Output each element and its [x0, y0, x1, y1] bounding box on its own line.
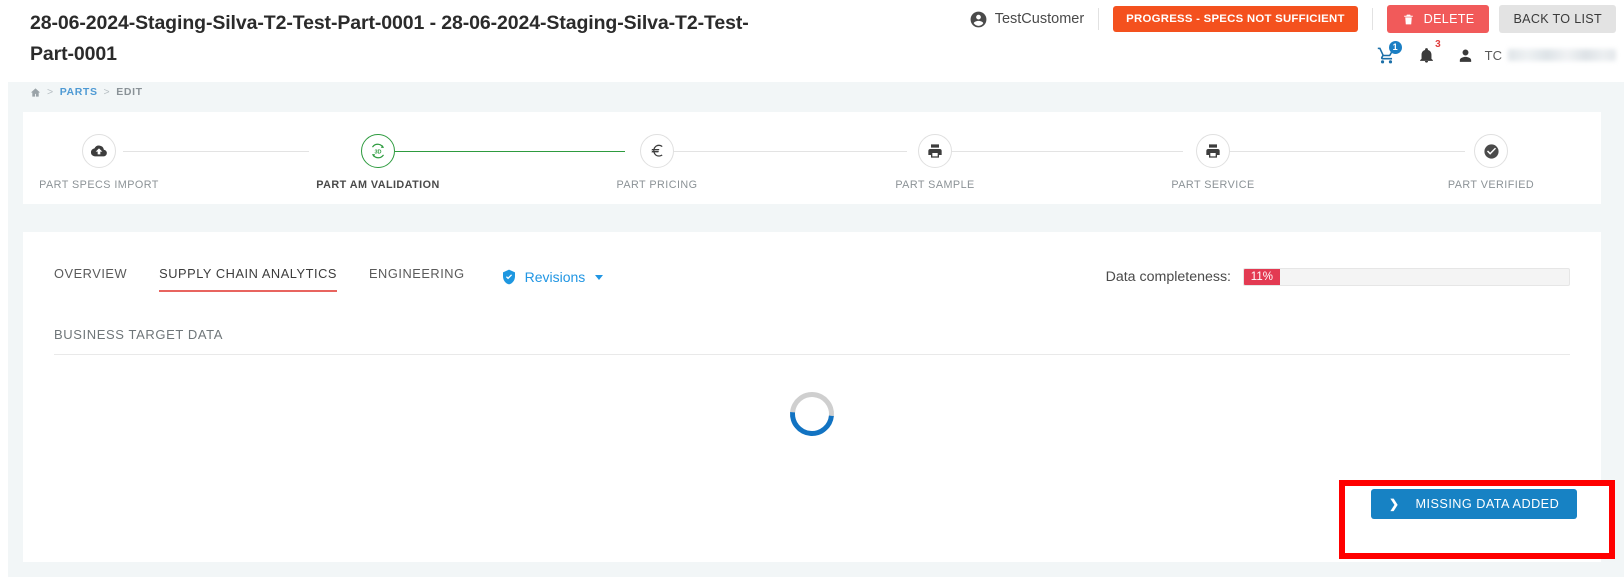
trash-icon	[1402, 13, 1415, 26]
user-icon[interactable]	[1457, 47, 1474, 64]
stepper-step-part-specs-import[interactable]: PART SPECS IMPORT	[19, 134, 179, 191]
svg-text:3D: 3D	[374, 149, 381, 155]
loading-spinner	[781, 383, 843, 445]
tab-bar: OVERVIEW SUPPLY CHAIN ANALYTICS ENGINEER…	[54, 262, 604, 292]
user-name-redacted	[1508, 49, 1616, 61]
chevron-right-icon: ❯	[1389, 497, 1400, 511]
account-circle-icon	[969, 10, 988, 29]
stepper-step-part-am-validation[interactable]: 3D PART AM VALIDATION	[298, 134, 458, 191]
shield-check-icon	[501, 269, 517, 285]
tab-engineering[interactable]: ENGINEERING	[369, 262, 465, 292]
notification-badge: 3	[1435, 38, 1441, 50]
progress-stepper: PART SPECS IMPORT 3D PART AM VALIDATION	[23, 112, 1601, 204]
stepper-step-part-service[interactable]: PART SERVICE	[1133, 134, 1293, 191]
loading-spinner-wrap	[23, 383, 1601, 445]
page-title: 28-06-2024-Staging-Silva-T2-Test-Part-00…	[30, 12, 749, 65]
missing-data-added-label: MISSING DATA ADDED	[1415, 497, 1560, 511]
stepper-card: PART SPECS IMPORT 3D PART AM VALIDATION	[23, 112, 1601, 204]
stepper-step-part-verified[interactable]: PART VERIFIED	[1411, 134, 1571, 191]
data-completeness-label: Data completeness:	[1105, 269, 1231, 285]
left-rail	[0, 0, 8, 577]
header-actions: TestCustomer PROGRESS - SPECS NOT SUFFIC…	[969, 5, 1616, 33]
stepper-step-part-pricing[interactable]: PART PRICING	[577, 134, 737, 191]
revisions-dropdown[interactable]: Revisions	[501, 269, 604, 285]
cloud-upload-icon	[82, 134, 116, 168]
delete-button-label: DELETE	[1423, 12, 1475, 26]
breadcrumb-item-edit: EDIT	[116, 86, 143, 98]
check-circle-icon	[1474, 134, 1508, 168]
breadcrumb-sep-2: >	[103, 86, 111, 98]
breadcrumb: > PARTS > EDIT	[30, 86, 143, 98]
header-divider-1	[1098, 8, 1100, 30]
data-completeness-bar: 11%	[1243, 268, 1570, 286]
back-to-list-button[interactable]: BACK TO LIST	[1499, 5, 1616, 33]
home-icon[interactable]	[30, 87, 41, 98]
stepper-label: PART SAMPLE	[895, 179, 975, 191]
printer-icon	[918, 134, 952, 168]
breadcrumb-sep-1: >	[47, 86, 54, 98]
cart-badge: 1	[1388, 40, 1402, 54]
stepper-label: PART VERIFIED	[1447, 179, 1535, 191]
stepper-label: PART AM VALIDATION	[316, 179, 440, 191]
stepper-connector-1	[123, 151, 309, 152]
header-divider-2	[1371, 8, 1373, 30]
cart-icon[interactable]: 1	[1377, 40, 1402, 65]
customer-chip: TestCustomer	[969, 10, 1098, 29]
delete-button[interactable]: DELETE	[1386, 5, 1490, 33]
chevron-down-icon	[595, 274, 604, 280]
stepper-label: PART PRICING	[616, 179, 698, 191]
stepper-label: PART SPECS IMPORT	[39, 179, 159, 191]
breadcrumb-item-parts[interactable]: PARTS	[60, 86, 98, 98]
stepper-connector-4	[951, 151, 1183, 152]
bell-icon[interactable]: 3	[1418, 39, 1441, 64]
euro-icon	[640, 134, 674, 168]
user-initials: TC	[1484, 47, 1502, 63]
stepper-connector-2	[395, 151, 625, 153]
revisions-label: Revisions	[524, 269, 586, 285]
missing-data-added-button[interactable]: ❯ MISSING DATA ADDED	[1371, 489, 1578, 519]
page-root: 28-06-2024-Staging-Silva-T2-Test-Part-00…	[0, 0, 1624, 577]
data-completeness-fill: 11%	[1244, 269, 1280, 285]
3d-rotate-icon: 3D	[361, 134, 395, 168]
section-title-business-target-data: BUSINESS TARGET DATA	[54, 327, 223, 342]
stepper-connector-5	[1229, 151, 1465, 152]
customer-name: TestCustomer	[994, 11, 1085, 27]
header-utility-row: 1 3 TC	[1355, 39, 1616, 68]
stepper-label: PART SERVICE	[1171, 179, 1255, 191]
data-completeness: Data completeness: 11%	[1106, 268, 1570, 286]
section-divider	[54, 354, 1570, 355]
page-header: 28-06-2024-Staging-Silva-T2-Test-Part-00…	[8, 0, 1624, 82]
stepper-step-part-sample[interactable]: PART SAMPLE	[855, 134, 1015, 191]
printer-icon	[1196, 134, 1230, 168]
status-badge[interactable]: PROGRESS - SPECS NOT SUFFICIENT	[1113, 6, 1358, 32]
tab-overview[interactable]: OVERVIEW	[54, 262, 127, 292]
stepper-connector-3	[673, 151, 907, 152]
tab-supply-chain-analytics[interactable]: SUPPLY CHAIN ANALYTICS	[159, 262, 337, 292]
